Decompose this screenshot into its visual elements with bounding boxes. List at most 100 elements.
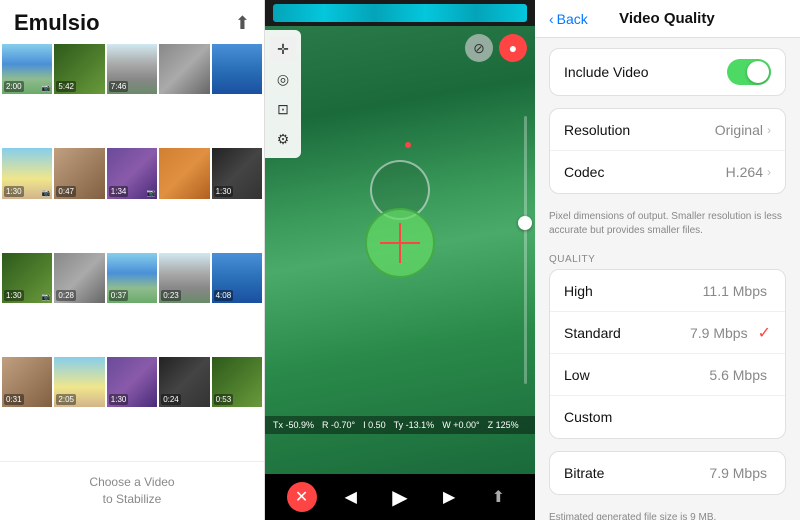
settings-tool-btn[interactable]: ⚙	[270, 126, 296, 152]
rotate-tool-btn[interactable]: ◎	[270, 66, 296, 92]
back-button[interactable]: ‹ Back	[549, 11, 588, 27]
video-thumb[interactable]: 0:23	[159, 253, 209, 303]
codec-row[interactable]: Codec H.264 ›	[550, 151, 785, 193]
video-thumb[interactable]: 5:42	[54, 44, 104, 94]
share-btn[interactable]: ⬆	[483, 482, 513, 512]
video-thumb[interactable]: 2:05	[54, 357, 104, 407]
resolution-value: Original	[715, 122, 763, 138]
stat-item: R -0.70°	[322, 420, 355, 430]
middle-panel: ✛ ◎ ⊡ ⚙ ⊘ ● Tx -50.9%R -0.70°I 0.50Ty -1…	[265, 0, 535, 520]
include-video-section: Include Video	[549, 48, 786, 96]
slider-track	[524, 116, 527, 385]
timeline-container	[265, 0, 535, 26]
quality-option-label: Custom	[564, 409, 771, 425]
quality-option-low[interactable]: Low5.6 Mbps	[550, 354, 785, 396]
video-thumb[interactable]: 1:30	[212, 148, 262, 198]
slider-knob[interactable]	[518, 216, 532, 230]
thumb-bg	[212, 44, 262, 94]
side-slider[interactable]	[519, 116, 531, 385]
video-thumb[interactable]: 0:37	[107, 253, 157, 303]
codec-chevron: ›	[767, 165, 771, 179]
estimated-size-info: Estimated generated file size is 9 MB.	[535, 507, 800, 520]
timeline-bar[interactable]	[273, 4, 527, 22]
quality-option-value: 7.9 Mbps	[690, 325, 748, 341]
play-btn[interactable]: ▶	[385, 482, 415, 512]
quality-option-high[interactable]: High11.1 Mbps	[550, 270, 785, 312]
video-thumb[interactable]	[212, 44, 262, 94]
thumb-duration: 0:28	[56, 290, 76, 301]
upload-icon[interactable]: ⬆	[235, 13, 250, 34]
rewind-btn[interactable]: ◀	[336, 482, 366, 512]
forward-btn[interactable]: ▶	[434, 482, 464, 512]
close-btn[interactable]: ✕	[287, 482, 317, 512]
bitrate-section: Bitrate 7.9 Mbps	[549, 451, 786, 495]
bitrate-row[interactable]: Bitrate 7.9 Mbps	[550, 452, 785, 494]
thumb-bg	[159, 148, 209, 198]
video-thumb[interactable]: 1:34📷	[107, 148, 157, 198]
video-thumb[interactable]	[159, 44, 209, 94]
video-view: ⊘ ● Tx -50.9%R -0.70°I 0.50Ty -13.1%W +0…	[265, 26, 535, 474]
video-thumb[interactable]: 7:46	[107, 44, 157, 94]
thumb-duration: 1:34	[109, 186, 129, 197]
quality-option-standard[interactable]: Standard7.9 Mbps✓	[550, 312, 785, 354]
bitrate-value: 7.9 Mbps	[709, 465, 767, 481]
thumb-duration: 1:30	[4, 290, 24, 301]
bitrate-label: Bitrate	[564, 465, 709, 481]
quality-option-value: 5.6 Mbps	[709, 367, 767, 383]
bottom-controls: ✕ ◀ ▶ ▶ ⬆	[265, 474, 535, 520]
right-panel: ‹ Back Video Quality Include Video Resol…	[535, 0, 800, 520]
video-thumb[interactable]: 0:53	[212, 357, 262, 407]
thumb-duration: 2:05	[56, 394, 76, 405]
quality-section: High11.1 MbpsStandard7.9 Mbps✓Low5.6 Mbp…	[549, 269, 786, 439]
thumb-duration: 0:23	[161, 290, 181, 301]
include-video-toggle[interactable]	[727, 59, 771, 85]
crosshair-circle	[365, 208, 435, 278]
video-thumb[interactable]: 0:24	[159, 357, 209, 407]
video-thumb[interactable]: 0:28	[54, 253, 104, 303]
camera-icon: 📷	[42, 84, 51, 92]
thumb-duration: 0:47	[56, 186, 76, 197]
video-grid: 2:00📷5:427:461:30📷0:471:34📷1:301:30📷0:28…	[0, 42, 264, 461]
video-thumb[interactable]: 1:30 📷	[2, 253, 52, 303]
crosshair	[365, 208, 435, 278]
move-tool-btn[interactable]: ✛	[270, 36, 296, 62]
page-title: Video Quality	[598, 10, 736, 27]
video-stats: Tx -50.9%R -0.70°I 0.50Ty -13.1%W +0.00°…	[265, 416, 535, 434]
quality-option-value: 11.1 Mbps	[703, 283, 767, 299]
quality-section-header: QUALITY	[535, 246, 800, 269]
stat-item: Z 125%	[488, 420, 519, 430]
thumb-duration: 0:53	[214, 394, 234, 405]
crop-tool-btn[interactable]: ⊡	[270, 96, 296, 122]
quality-option-label: High	[564, 283, 703, 299]
thumb-duration: 0:24	[161, 394, 181, 405]
video-thumb[interactable]: 0:47	[54, 148, 104, 198]
record-btn[interactable]: ●	[499, 34, 527, 62]
quality-option-custom[interactable]: Custom	[550, 396, 785, 438]
resolution-label: Resolution	[564, 122, 715, 138]
include-video-label: Include Video	[564, 64, 727, 80]
stat-item: Tx -50.9%	[273, 420, 314, 430]
app-title: Emulsio	[14, 10, 100, 36]
video-thumb[interactable]: 0:31	[2, 357, 52, 407]
thumb-duration: 1:30	[214, 186, 234, 197]
video-thumb[interactable]	[159, 148, 209, 198]
toggle-btn[interactable]: ⊘	[465, 34, 493, 62]
resolution-chevron: ›	[767, 123, 771, 137]
thumb-duration: 1:30	[4, 186, 24, 197]
chevron-left-icon: ‹	[549, 11, 554, 27]
camera-icon: 📷	[42, 293, 51, 301]
middle-toolbar: ✛ ◎ ⊡ ⚙	[265, 30, 301, 158]
codec-label: Codec	[564, 164, 726, 180]
resolution-row[interactable]: Resolution Original ›	[550, 109, 785, 151]
camera-icon: 📷	[42, 189, 51, 197]
thumb-duration: 5:42	[56, 81, 76, 92]
right-content: Include Video Resolution Original › Code…	[535, 38, 800, 520]
thumb-duration: 7:46	[109, 81, 129, 92]
video-thumb[interactable]: 4:08	[212, 253, 262, 303]
toggle-knob	[747, 61, 769, 83]
stat-item: W +0.00°	[442, 420, 479, 430]
video-thumb[interactable]: 1:30 📷	[2, 148, 52, 198]
video-thumb[interactable]: 2:00📷	[2, 44, 52, 94]
left-header: Emulsio ⬆	[0, 0, 264, 42]
video-thumb[interactable]: 1:30	[107, 357, 157, 407]
